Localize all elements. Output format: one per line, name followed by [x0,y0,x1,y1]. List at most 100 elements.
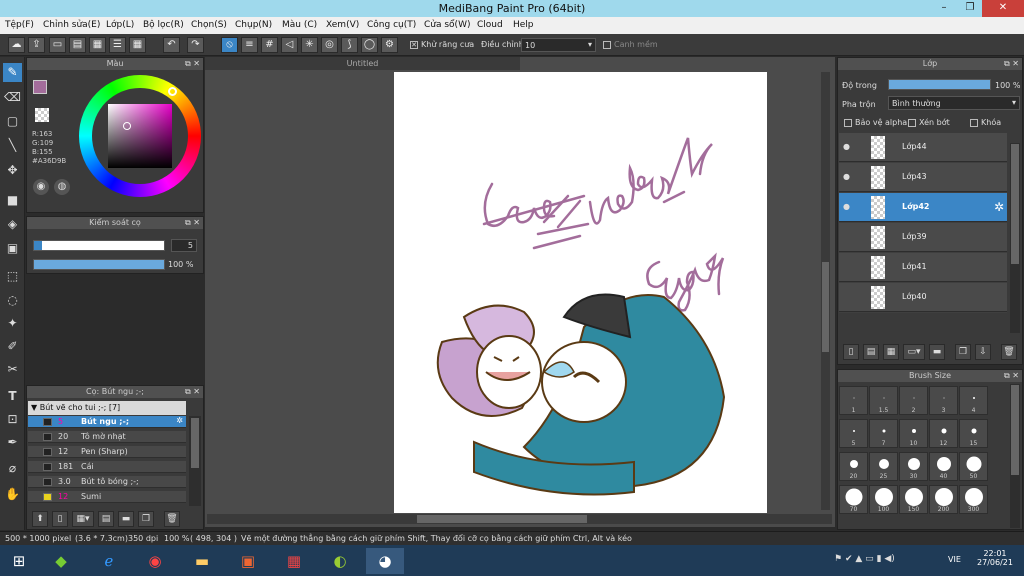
brush-size-cell[interactable]: 300 [959,485,988,514]
hand-tool-icon[interactable]: ✋ [3,485,22,504]
fill-rect-tool-icon[interactable]: ■ [3,191,22,210]
undo-icon[interactable]: ↶ [163,37,180,53]
menu-layer[interactable]: Lớp(L) [106,20,134,30]
share-icon[interactable]: ⇪ [28,37,45,53]
input-language[interactable]: VIE [948,555,961,564]
brush-item[interactable]: 5 Bút ngu ;-; ✲ [28,416,186,428]
office-icon[interactable]: ▣ [229,548,267,574]
sv-cursor[interactable] [123,122,131,130]
brush-size-cell[interactable]: 4 [959,386,988,415]
layer-list-scrollbar[interactable] [1010,143,1020,333]
hue-cursor[interactable] [168,87,177,96]
brush-size-cell[interactable]: 2 [899,386,928,415]
medibang-taskbar-icon[interactable]: ◕ [366,548,404,574]
soft-edge-checkbox[interactable]: Canh mềm [603,40,658,49]
brush-size-cell[interactable]: 100 [869,485,898,514]
canvas-paper[interactable] [394,72,767,513]
parallel-snap-icon[interactable]: ≡ [241,37,258,53]
new-brush-icon[interactable]: ▯ [52,511,68,527]
select-tool-icon[interactable]: ⬚ [3,267,22,286]
menu-cloud[interactable]: Cloud [477,20,503,30]
menu-help[interactable]: Help [513,20,534,30]
magic-wand-tool-icon[interactable]: ✦ [3,314,22,333]
chat-icon[interactable]: ▤ [69,37,86,53]
canvas-vertical-scrollbar[interactable] [821,72,830,510]
canvas-horizontal-scrollbar[interactable] [207,514,832,524]
comment-icon[interactable]: ▭ [49,37,66,53]
layer-row[interactable]: Lớp41 [839,253,1007,282]
gear-icon[interactable]: ⚙ [381,37,398,53]
saturation-value-square[interactable] [108,104,172,168]
trash-icon[interactable]: 🗑 [1001,344,1017,360]
panel-close-icon[interactable]: ⧉ ✕ [185,217,200,229]
curve-snap-icon[interactable]: ⟆ [341,37,358,53]
blend-mode-dropdown[interactable]: Bình thường ▾ [888,96,1020,110]
brush-size-value[interactable]: 5 [171,239,197,252]
duplicate-icon[interactable]: ❐ [138,511,154,527]
tray-icons[interactable]: ⚑ ✔ ▲ ▭ ▮ ◀) [834,554,895,564]
layer-row[interactable]: Lớp40 [839,283,1007,312]
file-explorer-icon[interactable]: ▬ [183,548,221,574]
brush-size-cell[interactable]: 200 [929,485,958,514]
circle-snap-icon[interactable]: ◎ [321,37,338,53]
layer-row[interactable]: ● Lớp43 [839,163,1007,192]
brush-size-cell[interactable]: 1 [839,386,868,415]
brush-size-cell[interactable]: 25 [869,452,898,481]
close-button[interactable]: ✕ [982,0,1024,17]
select-pen-tool-icon[interactable]: ✐ [3,337,22,356]
palette-icon[interactable]: ◉ [33,179,49,195]
ellipse-snap-icon[interactable]: ◯ [361,37,378,53]
brush-size-slider[interactable] [33,240,165,251]
protect-alpha-checkbox[interactable]: Bảo vệ alpha [844,118,907,127]
lasso-tool-icon[interactable]: ◌ [3,291,22,310]
chrome-icon[interactable]: ◉ [136,548,174,574]
layer-menu-icon[interactable]: ▭▾ [903,344,925,360]
brush-menu-icon[interactable]: ▦▾ [72,511,94,527]
panel-close-icon[interactable]: ⧉ ✕ [185,386,200,398]
cross-snap-icon[interactable]: # [261,37,278,53]
internet-explorer-icon[interactable]: ℯ [90,548,128,574]
select-eraser-tool-icon[interactable]: ✂ [3,360,22,379]
clock[interactable]: 22:01 27/06/21 [975,549,1015,567]
correction-dropdown[interactable]: 10 ▾ [521,38,596,52]
layer-row[interactable]: ● Lớp44 [839,133,1007,162]
brush-size-cell[interactable]: 20 [839,452,868,481]
menu-view[interactable]: Xem(V) [326,20,359,30]
brush-size-cell[interactable]: 40 [929,452,958,481]
grid-icon[interactable]: ▦ [129,37,146,53]
app-icon[interactable]: ◐ [321,548,359,574]
folder-icon[interactable]: ▬ [929,344,945,360]
snap-off-icon[interactable]: ⦸ [221,37,238,53]
rectangle-tool-icon[interactable]: ▢ [3,112,22,131]
brush-size-cell[interactable]: 12 [929,419,958,448]
minimize-button[interactable]: – [932,0,956,17]
bluestacks-icon[interactable]: ◆ [42,548,80,574]
copy-brush-icon[interactable]: ▤ [98,511,114,527]
menu-file[interactable]: Tệp(F) [5,20,34,30]
brush-size-cell[interactable]: 3 [929,386,958,415]
bucket-tool-icon[interactable]: ◈ [3,215,22,234]
merge-down-icon[interactable]: ⇩ [975,344,991,360]
layer-row[interactable]: Lớp39 [839,223,1007,252]
add-brush-icon[interactable]: ⬆ [32,511,48,527]
brush-item[interactable]: 181 Cái [28,461,186,473]
brush-list-scrollbar[interactable] [189,416,201,506]
gear-icon[interactable]: ✲ [994,200,1004,214]
panel-close-icon[interactable]: ⧉ ✕ [185,58,200,70]
panel-close-icon[interactable]: ⧉ ✕ [1004,58,1019,70]
frame-tool-icon[interactable]: ⊡ [3,410,22,429]
eyedropper-tool-icon[interactable]: ⌀ [3,459,22,478]
eye-icon[interactable]: ● [842,142,851,151]
move-tool-icon[interactable]: ✥ [3,161,22,180]
vanishing-snap-icon[interactable]: ◁ [281,37,298,53]
list-icon[interactable]: ☰ [109,37,126,53]
brush-size-cell[interactable]: 150 [899,485,928,514]
brush-size-cell[interactable]: 50 [959,452,988,481]
eraser-tool-icon[interactable]: ⌫ [3,88,22,107]
brush-size-cell[interactable]: 15 [959,419,988,448]
menu-tools[interactable]: Công cụ(T) [367,20,416,30]
menu-capture[interactable]: Chụp(N) [235,20,272,30]
brush-size-cell[interactable]: 1.5 [869,386,898,415]
clipping-checkbox[interactable]: Xén bớt [908,118,950,127]
eye-icon[interactable]: ● [842,202,851,211]
